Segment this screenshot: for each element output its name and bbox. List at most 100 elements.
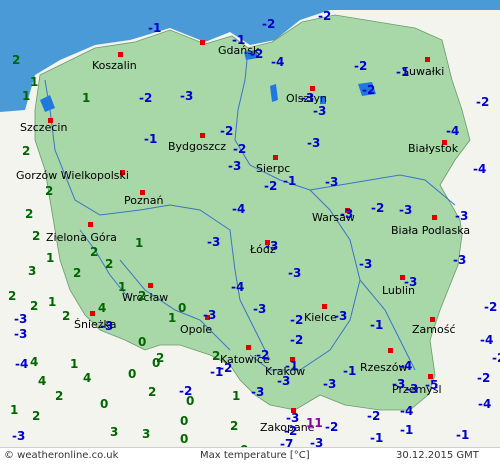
map-footer: © weatheronline.co.uk Max temperature [°… xyxy=(0,447,500,465)
temperature-value: -3 xyxy=(14,312,28,326)
temperature-value: -3 xyxy=(453,253,467,267)
temperature-value: -3 xyxy=(359,257,373,271)
temperature-value: 0 xyxy=(186,394,195,408)
city-dot xyxy=(88,222,93,227)
temperature-value: -4 xyxy=(480,333,494,347)
temperature-value: -4 xyxy=(231,280,245,294)
temperature-value: 2 xyxy=(156,351,165,365)
temperature-value: -3 xyxy=(180,89,194,103)
temperature-value: 2 xyxy=(55,389,64,403)
temperature-value: -3 xyxy=(340,207,354,221)
temperature-value: 1 xyxy=(70,357,79,371)
temperature-value: -3 xyxy=(14,327,28,341)
source-credit: © weatheronline.co.uk xyxy=(4,450,119,461)
temperature-value: 3 xyxy=(142,427,151,441)
temperature-value: -4 xyxy=(15,357,29,371)
temperature-value: -1 xyxy=(144,132,158,146)
temperature-value: -3 xyxy=(265,239,279,253)
temperature-value: -3 xyxy=(405,382,419,396)
temperature-value: 2 xyxy=(32,229,41,243)
temperature-value: -1 xyxy=(283,174,297,188)
temperature-value: 2 xyxy=(62,309,71,323)
temperature-value: -3 xyxy=(100,319,114,333)
temperature-value: -2 xyxy=(220,124,234,138)
city-dot xyxy=(200,133,205,138)
temperature-value: -1 xyxy=(370,318,384,332)
temperature-value: -3 xyxy=(334,309,348,323)
temperature-value: -3 xyxy=(228,159,242,173)
temperature-value: 4 xyxy=(30,355,39,369)
temperature-value: 1 xyxy=(135,236,144,250)
temperature-value: 4 xyxy=(83,371,92,385)
temperature-value: 3 xyxy=(28,264,37,278)
temperature-value: 1 xyxy=(10,403,19,417)
temperature-value: -1 xyxy=(400,423,414,437)
city-dot xyxy=(425,57,430,62)
special-marker: 11 xyxy=(306,416,323,430)
temperature-value: -2 xyxy=(250,47,264,61)
temperature-value: -4 xyxy=(399,359,413,373)
temperature-value: -2 xyxy=(476,95,490,109)
temperature-value: 0 xyxy=(178,301,187,315)
temperature-value: -2 xyxy=(484,300,498,314)
city-label: Biała Podlaska xyxy=(391,224,471,237)
temperature-value: 1 xyxy=(118,280,127,294)
temperature-value: -2 xyxy=(139,91,153,105)
temperature-value: -2 xyxy=(290,313,304,327)
temperature-value: -2 xyxy=(284,424,298,438)
temperature-value: -1 xyxy=(285,359,299,373)
city-dot xyxy=(200,40,205,45)
temperature-value: -2 xyxy=(325,420,339,434)
temperature-value: 4 xyxy=(98,301,107,315)
temperature-value: -3 xyxy=(207,235,221,249)
temperature-value: 1 xyxy=(168,311,177,325)
temperature-value: 2 xyxy=(90,245,99,259)
temperature-value: -4 xyxy=(478,397,492,411)
map-timestamp: 30.12.2015 GMT xyxy=(396,450,479,461)
temperature-value: -3 xyxy=(12,429,26,443)
temperature-value: -2 xyxy=(492,351,500,365)
temperature-value: -4 xyxy=(271,55,285,69)
temperature-value: -2 xyxy=(264,179,278,193)
temperature-value: -2 xyxy=(362,83,376,97)
temperature-value: -1 xyxy=(396,65,410,79)
temperature-value: -2 xyxy=(256,348,270,362)
temperature-value: 1 xyxy=(46,251,55,265)
city-dot xyxy=(430,317,435,322)
temperature-value: -3 xyxy=(203,308,217,322)
temperature-value: -4 xyxy=(473,162,487,176)
temperature-value: -2 xyxy=(477,371,491,385)
city-label: Szczecin xyxy=(20,121,68,134)
temperature-value: 1 xyxy=(30,75,39,89)
city-dot xyxy=(90,311,95,316)
temperature-value: -1 xyxy=(210,365,224,379)
temperature-value: -1 xyxy=(370,431,384,445)
temperature-value: 2 xyxy=(138,289,147,303)
city-label: Białystok xyxy=(408,142,459,155)
weather-map: Gdańsk Koszalin Suwałki Olsztyn Szczecin Bydg… xyxy=(0,0,500,465)
temperature-value: -3 xyxy=(251,385,265,399)
temperature-value: -2 xyxy=(318,9,332,23)
city-label: Bydgoszcz xyxy=(168,140,227,153)
temperature-value: -3 xyxy=(307,136,321,150)
map-title: Max temperature [°C] xyxy=(200,450,310,461)
city-dot xyxy=(322,304,327,309)
city-dot xyxy=(148,283,153,288)
temperature-value: 2 xyxy=(25,207,34,221)
temperature-value: -4 xyxy=(232,202,246,216)
temperature-value: 1 xyxy=(82,91,91,105)
temperature-value: -1 xyxy=(232,33,246,47)
temperature-value: -3 xyxy=(455,209,469,223)
temperature-value: -3 xyxy=(404,275,418,289)
temperature-value: 0 xyxy=(128,367,137,381)
temperature-value: -3 xyxy=(253,302,267,316)
temperature-value: 2 xyxy=(45,184,54,198)
city-label: Poznań xyxy=(124,194,164,207)
temperature-value: -4 xyxy=(446,124,460,138)
city-dot xyxy=(118,52,123,57)
temperature-value: -2 xyxy=(354,59,368,73)
city-dot xyxy=(273,155,278,160)
temperature-value: -3 xyxy=(392,377,406,391)
temperature-value: 3 xyxy=(110,425,119,439)
temperature-value: -2 xyxy=(233,142,247,156)
